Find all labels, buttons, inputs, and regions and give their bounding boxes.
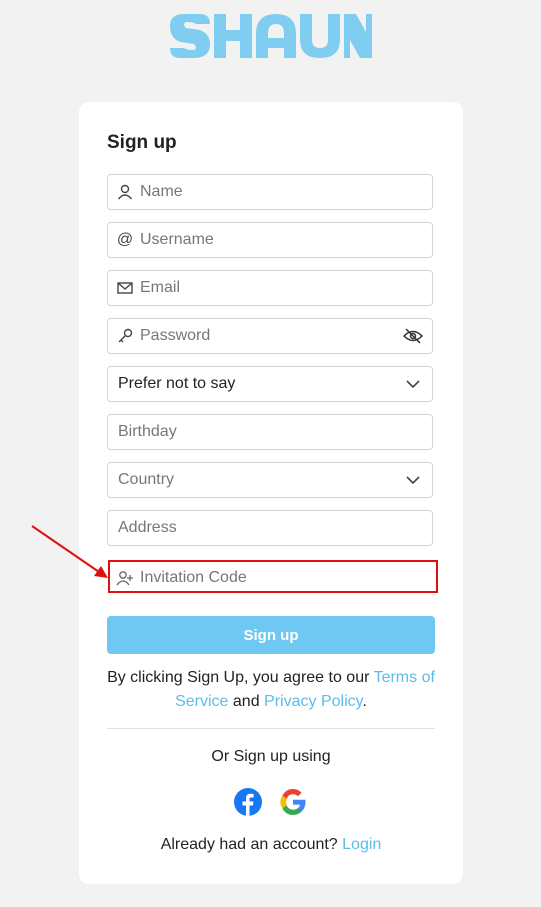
country-placeholder: Country <box>118 471 175 488</box>
signup-card: Sign up Name @ Username Email Password P… <box>79 102 463 884</box>
login-prompt: Already had an account? Login <box>160 836 382 853</box>
password-field[interactable]: Password <box>107 318 433 354</box>
birthday-field[interactable]: Birthday <box>107 414 433 450</box>
envelope-icon <box>116 279 134 297</box>
key-icon <box>116 327 134 345</box>
chevron-down-icon <box>402 469 424 491</box>
privacy-policy-link[interactable]: Privacy Policy <box>264 693 362 710</box>
gender-value: Prefer not to say <box>118 375 236 392</box>
name-placeholder: Name <box>140 183 183 200</box>
chevron-down-icon <box>402 373 424 395</box>
password-placeholder: Password <box>140 327 211 344</box>
or-signup-text: Or Sign up using <box>211 748 331 765</box>
google-icon[interactable] <box>279 788 307 816</box>
birthday-placeholder: Birthday <box>118 423 177 440</box>
email-placeholder: Email <box>140 279 181 296</box>
signup-button[interactable]: Sign up <box>107 616 435 654</box>
address-placeholder: Address <box>118 519 177 536</box>
annotation-highlight-box <box>108 560 438 593</box>
shaun-logo <box>170 14 372 58</box>
eye-slash-icon[interactable] <box>402 325 424 347</box>
username-field[interactable]: @ Username <box>107 222 433 258</box>
annotation-arrow <box>31 525 108 578</box>
user-icon <box>116 183 134 201</box>
page-title: Sign up <box>107 132 177 153</box>
address-field[interactable]: Address <box>107 510 433 546</box>
gender-select[interactable]: Prefer not to say <box>107 366 433 402</box>
divider <box>107 728 435 729</box>
name-field[interactable]: Name <box>107 174 433 210</box>
username-placeholder: Username <box>140 231 214 248</box>
email-field[interactable]: Email <box>107 270 433 306</box>
country-select[interactable]: Country <box>107 462 433 498</box>
terms-text: By clicking Sign Up, you agree to our Te… <box>107 669 435 710</box>
facebook-icon[interactable] <box>234 788 262 816</box>
at-sign-icon: @ <box>116 231 134 248</box>
login-link[interactable]: Login <box>342 836 381 853</box>
